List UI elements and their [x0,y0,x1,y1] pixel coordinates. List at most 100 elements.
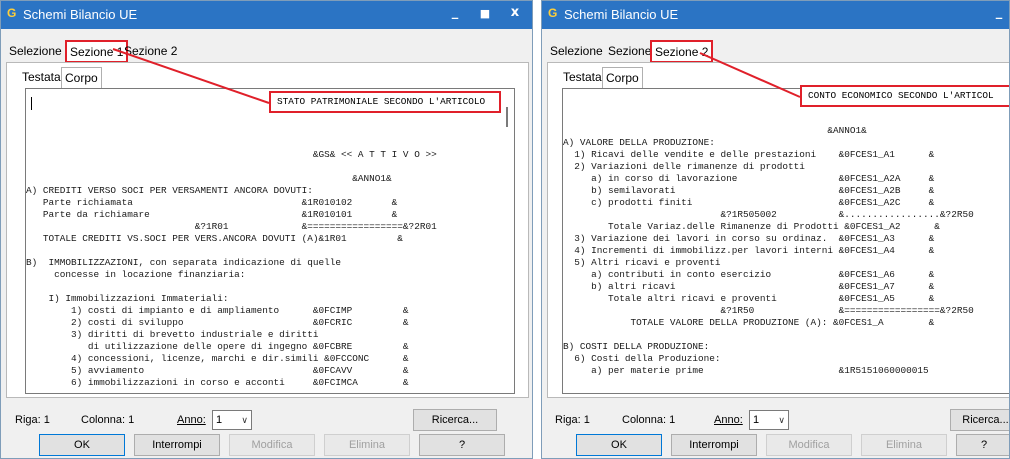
window-title: Schemi Bilancio UE [564,7,679,22]
help-button[interactable]: ? [956,434,1009,456]
ok-button[interactable]: OK [39,434,125,456]
ricerca-button[interactable]: Ricerca... [413,409,497,431]
code-line: B) IMMOBILIZZAZIONI, con separata indica… [26,257,342,268]
code-line: A) VALORE DELLA PRODUZIONE: [563,137,715,148]
sub-tab-strip: Testata Corpo [19,67,139,88]
riga-status: Riga: 1 [555,414,590,426]
section-panel: Testata Corpo &ANNO1& A) VALORE DELLA PRO… [547,62,1009,398]
tab-selezione[interactable]: Selezione [6,41,65,62]
callout-box: STATO PATRIMONIALE SECONDO L'ARTICOLO [269,91,501,113]
code-line: di utilizzazione delle opere di ingegno … [26,341,409,352]
app-icon: G [7,6,17,20]
window-title: Schemi Bilancio UE [23,7,138,22]
riga-status: Riga: 1 [15,414,50,426]
tab-sezione-2[interactable]: Sezione 2 [121,41,180,62]
code-line: c) prodotti finiti &0FCES1_A2C & [563,197,935,208]
code-line: &?1R505002 &.................&?2R50 [563,209,974,220]
anno-select-value: 1 [753,414,760,426]
code-line: 4) concessioni, licenze, marchi e dir.si… [26,353,409,364]
colonna-status: Colonna: 1 [622,414,675,426]
code-line: 1) Ricavi delle vendite e delle prestazi… [563,149,935,160]
ricerca-button[interactable]: Ricerca... [950,409,1009,431]
code-editor[interactable]: &ANNO1& A) VALORE DELLA PRODUZIONE: 1) Ri… [562,88,1009,394]
code-text: &ANNO1& A) VALORE DELLA PRODUZIONE: 1) Ri… [563,89,1009,377]
tab-corpo[interactable]: Corpo [61,67,102,88]
callout-box: CONTO ECONOMICO SECONDO L'ARTICOL [800,85,1009,107]
code-line: &?1R01 &=================&?2R01 [26,221,437,232]
code-line: Parte da richiamare &1R010101 & [26,209,398,220]
code-line: 2) costi di sviluppo &0FCRIC & [26,317,409,328]
code-line: 2) Variazioni delle rimanenze di prodott… [563,161,805,172]
colonna-label: Colonna: [81,414,126,426]
maximize-icon[interactable]: ■ [474,7,496,20]
ok-button[interactable]: OK [576,434,662,456]
code-line: TOTALE VALORE DELLA PRODUZIONE (A): &0FC… [563,317,935,328]
anno-label: Anno: [177,414,206,426]
interrompi-button[interactable]: Interrompi [134,434,220,456]
code-line: 3) Variazione dei lavori in corso su ord… [563,233,935,244]
anno-select[interactable]: 1 ∨ [212,410,252,430]
code-line: &ANNO1& [563,125,867,136]
colonna-status: Colonna: 1 [81,414,134,426]
code-line: Totale altri ricavi e proventi &0FCES1_A… [563,293,935,304]
title-bar[interactable]: G Schemi Bilancio UE _ ■ x [1,1,532,29]
code-line: 1) costi di impianto e di ampliamento &0… [26,305,409,316]
code-editor[interactable]: &GS& << A T T I V O >> &ANNO1& A) CREDITI… [25,88,515,394]
riga-label: Riga: [15,414,41,426]
interrompi-button[interactable]: Interrompi [671,434,757,456]
code-line: I) Immobilizzazioni Immateriali: [26,293,229,304]
colonna-label: Colonna: [622,414,667,426]
code-line: Totale Variaz.delle Rimanenze di Prodott… [563,221,940,232]
code-line: a) contributi in conto esercizio &0FCES1… [563,269,935,280]
tab-selezione[interactable]: Selezione [547,41,606,62]
code-line: &ANNO1& [26,173,392,184]
close-icon[interactable]: x [504,5,526,20]
elimina-button[interactable]: Elimina [324,434,410,456]
chevron-down-icon: ∨ [778,415,785,425]
code-line: B) COSTI DELLA PRODUZIONE: [563,341,710,352]
modifica-button[interactable]: Modifica [229,434,315,456]
code-line: 3) diritti di brevetto industriale e dir… [26,329,319,340]
minimize-icon[interactable]: _ [988,5,1009,20]
code-line: 5) Altri ricavi e proventi [563,257,721,268]
anno-label: Anno: [714,414,743,426]
anno-select[interactable]: 1 ∨ [749,410,789,430]
code-line: Parte richiamata &1R010102 & [26,197,398,208]
code-line: TOTALE CREDITI VS.SOCI PER VERS.ANCORA D… [26,233,403,244]
code-line: 4) Incrementi di immobilizz.per lavori i… [563,245,935,256]
help-button[interactable]: ? [419,434,505,456]
code-line: b) altri ricavi &0FCES1_A7 & [563,281,935,292]
riga-value: 1 [583,414,590,426]
tab-testata[interactable]: Testata [19,67,64,88]
anno-select-value: 1 [216,414,223,426]
code-line: &?1R50 &=================&?2R50 [563,305,974,316]
code-line: A) CREDITI VERSO SOCI PER VERSAMENTI ANC… [26,185,313,196]
app-icon: G [548,6,558,20]
code-text: &GS& << A T T I V O >> &ANNO1& A) CREDITI… [26,89,514,389]
tab-sezione-2[interactable]: Sezione 2 [649,40,714,63]
code-line: &GS& << A T T I V O >> [26,149,437,160]
riga-label: Riga: [555,414,581,426]
tab-testata[interactable]: Testata [560,67,605,88]
modifica-button[interactable]: Modifica [766,434,852,456]
tab-sezione-1[interactable]: Sezione 1 [64,40,129,63]
code-line: 6) Costi della Produzione: [563,353,721,364]
colonna-value: 1 [669,414,676,426]
tab-corpo[interactable]: Corpo [602,67,643,88]
left-dialog-window: G Schemi Bilancio UE _ ■ x Selezione Sez… [0,0,533,459]
code-line: a) in corso di lavorazione &0FCES1_A2A & [563,173,935,184]
minimize-icon[interactable]: _ [444,5,466,20]
right-dialog-window: G Schemi Bilancio UE _ Selezione Sezione… [541,0,1010,459]
elimina-button[interactable]: Elimina [861,434,947,456]
title-bar[interactable]: G Schemi Bilancio UE _ [542,1,1009,29]
code-line: 5) avviamento &0FCAVV & [26,365,409,376]
code-line: 6) immobilizzazioni in corso e acconti &… [26,377,409,388]
code-line: a) per materie prime &1R5151060000015 [563,365,929,376]
